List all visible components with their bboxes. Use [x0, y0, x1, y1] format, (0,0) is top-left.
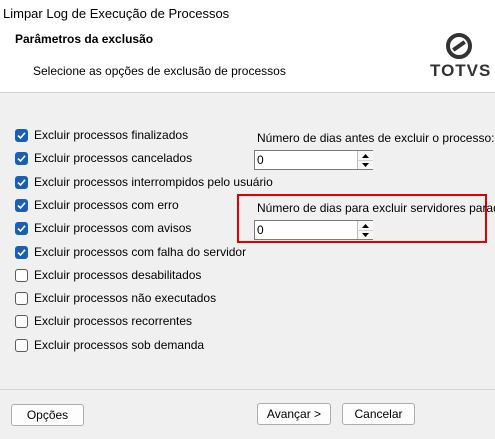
option-checkbox-row[interactable]: Excluir processos interrompidos pelo usu…	[15, 174, 273, 190]
totvs-logo-icon	[446, 33, 472, 59]
options-button[interactable]: Opções	[11, 404, 84, 426]
spin-up-button[interactable]	[358, 151, 373, 160]
checkbox-label: Excluir processos desabilitados	[34, 268, 202, 282]
checkmark-icon	[17, 224, 26, 232]
option-checkbox-row[interactable]: Excluir processos cancelados	[15, 150, 192, 166]
checkbox-label: Excluir processos com avisos	[34, 221, 192, 235]
checkbox[interactable]	[15, 245, 28, 259]
days-stopped-servers-input[interactable]	[255, 221, 357, 239]
checkbox-label: Excluir processos sob demanda	[34, 338, 205, 352]
option-checkbox-row[interactable]: Excluir processos desabilitados	[15, 267, 201, 283]
option-checkbox-row[interactable]: Excluir processos finalizados	[15, 127, 188, 143]
footer-divider	[0, 389, 495, 390]
arrow-down-icon	[362, 233, 369, 237]
checkmark-icon	[17, 201, 26, 209]
totvs-logo: TOTVS	[430, 33, 492, 85]
days-stopped-servers-label: Número de dias para excluir servidores p…	[257, 201, 495, 215]
logo-text: TOTVS	[430, 61, 492, 80]
checkmark-icon	[17, 178, 26, 186]
checkbox-label: Excluir processos recorrentes	[34, 314, 193, 328]
spin-down-button[interactable]	[358, 230, 373, 239]
checkbox[interactable]	[15, 314, 28, 328]
checkmark-icon	[17, 154, 26, 162]
option-checkbox-row[interactable]: Excluir processos com avisos	[15, 220, 191, 236]
spin-buttons	[357, 151, 373, 169]
option-checkbox-row[interactable]: Excluir processos recorrentes	[15, 313, 192, 329]
option-checkbox-row[interactable]: Excluir processos não executados	[15, 290, 216, 306]
checkbox[interactable]	[15, 268, 28, 282]
window-title: Limpar Log de Execução de Processos	[3, 6, 230, 21]
checkbox[interactable]	[15, 291, 28, 305]
checkbox-label: Excluir processos não executados	[34, 291, 217, 305]
next-button[interactable]: Avançar >	[257, 403, 331, 425]
header-divider	[0, 92, 495, 93]
arrow-down-icon	[362, 163, 369, 167]
days-before-delete-spinner[interactable]	[254, 150, 373, 170]
option-checkbox-row[interactable]: Excluir processos com falha do servidor	[15, 244, 246, 260]
option-checkbox-row[interactable]: Excluir processos com erro	[15, 197, 179, 213]
days-stopped-servers-spinner[interactable]	[254, 220, 373, 240]
option-checkbox-row[interactable]: Excluir processos sob demanda	[15, 337, 204, 353]
days-before-delete-label: Número de dias antes de excluir o proces…	[257, 131, 495, 145]
wizard-header: Parâmetros da exclusão Selecione as opçõ…	[0, 27, 495, 92]
spin-up-button[interactable]	[358, 221, 373, 230]
cancel-button[interactable]: Cancelar	[342, 403, 415, 425]
arrow-up-icon	[362, 223, 369, 228]
checkmark-icon	[17, 131, 26, 139]
page-title: Parâmetros da exclusão	[15, 32, 154, 46]
checkmark-icon	[17, 248, 26, 256]
page-subtitle: Selecione as opções de exclusão de proce…	[33, 64, 286, 78]
checkbox[interactable]	[15, 198, 28, 212]
checkbox-label: Excluir processos com erro	[34, 198, 179, 212]
window-titlebar: Limpar Log de Execução de Processos	[0, 0, 495, 27]
checkbox-label: Excluir processos cancelados	[34, 151, 193, 165]
days-before-delete-input[interactable]	[255, 151, 357, 169]
checkbox[interactable]	[15, 151, 28, 165]
spin-down-button[interactable]	[358, 160, 373, 169]
checkbox-label: Excluir processos finalizados	[34, 128, 189, 142]
checkbox[interactable]	[15, 175, 28, 189]
checkbox[interactable]	[15, 221, 28, 235]
checkbox[interactable]	[15, 338, 28, 352]
checkbox-label: Excluir processos com falha do servidor	[34, 245, 247, 259]
arrow-up-icon	[362, 153, 369, 158]
checkbox[interactable]	[15, 128, 28, 142]
spin-buttons	[357, 221, 373, 239]
checkbox-label: Excluir processos interrompidos pelo usu…	[34, 175, 273, 189]
